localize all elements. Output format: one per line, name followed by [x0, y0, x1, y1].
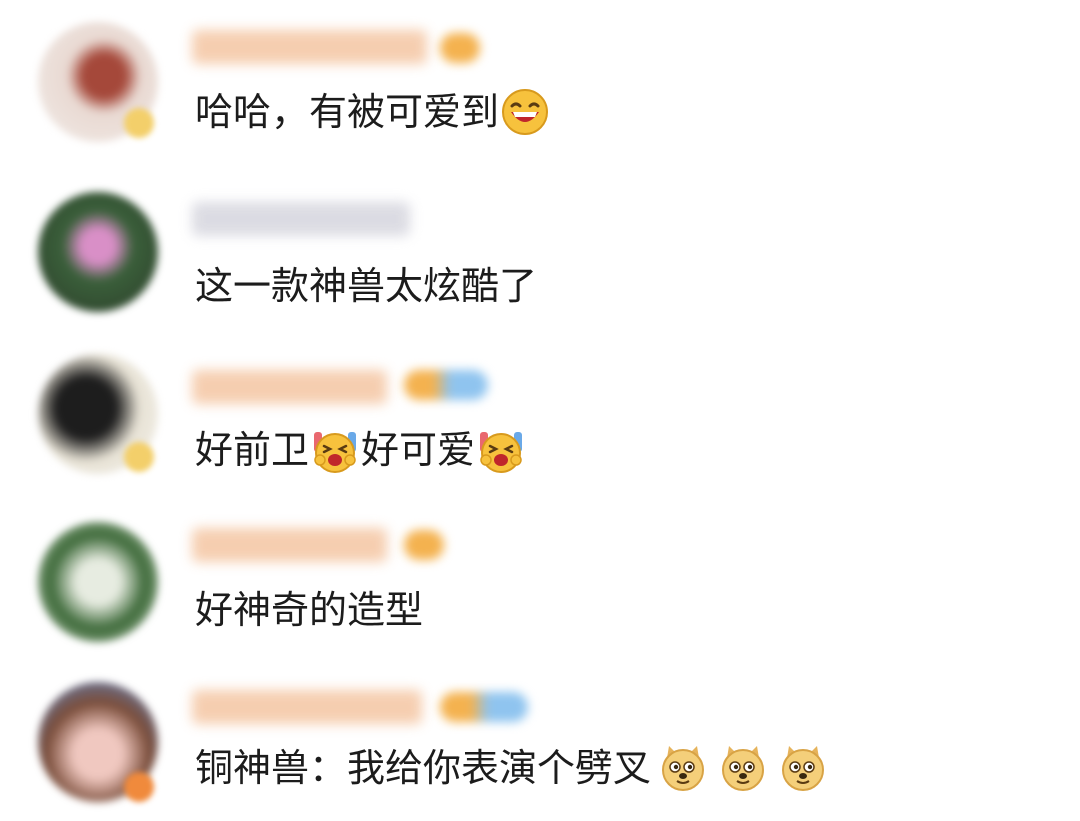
comment-text-content: 这一款神兽太炫酷了: [195, 264, 538, 308]
comment-text: 好前卫 好可爱: [195, 426, 527, 474]
doge-emoji-icon: [779, 744, 827, 792]
comment-item: 好神奇的造型: [0, 510, 1080, 670]
avatar[interactable]: [38, 192, 158, 312]
doge-emoji-icon: [659, 744, 707, 792]
comment-text-content: 好可爱: [361, 428, 476, 472]
comment-item: 哈哈，有被可爱到: [0, 0, 1080, 160]
username-blurred[interactable]: [192, 528, 387, 562]
comment-item: 这一款神兽太炫酷了: [0, 170, 1080, 330]
level-badge: [404, 530, 444, 560]
comment-text-content: 好前卫: [195, 428, 310, 472]
username-blurred[interactable]: [192, 202, 410, 236]
comment-text: 铜神兽：我给你表演个劈叉: [195, 744, 829, 792]
level-badge: [404, 370, 488, 400]
level-badge: [440, 692, 528, 722]
comment-item: 铜神兽：我给你表演个劈叉: [0, 660, 1080, 820]
comment-text-content: 哈哈，有被可爱到: [195, 90, 500, 134]
comment-text-content: 好神奇的造型: [195, 588, 424, 632]
comment-item: 好前卫 好可爱: [0, 340, 1080, 500]
username-blurred[interactable]: [192, 370, 387, 404]
cheering-emoji-icon: [311, 426, 359, 474]
cheering-emoji-icon: [477, 426, 525, 474]
comment-text: 哈哈，有被可爱到: [195, 88, 551, 136]
avatar[interactable]: [38, 522, 158, 642]
vip-badge: [124, 442, 154, 472]
username-blurred[interactable]: [192, 30, 427, 64]
comment-text-content: 铜神兽：我给你表演个劈叉: [195, 746, 652, 790]
comment-text: 这一款神兽太炫酷了: [195, 262, 537, 310]
vip-badge: [124, 108, 154, 138]
vip-badge: [124, 772, 154, 802]
level-badge: [440, 33, 480, 63]
doge-emoji-icon: [719, 744, 767, 792]
comment-text: 好神奇的造型: [195, 586, 423, 634]
username-blurred[interactable]: [192, 690, 422, 724]
laughing-emoji-icon: [501, 88, 549, 136]
